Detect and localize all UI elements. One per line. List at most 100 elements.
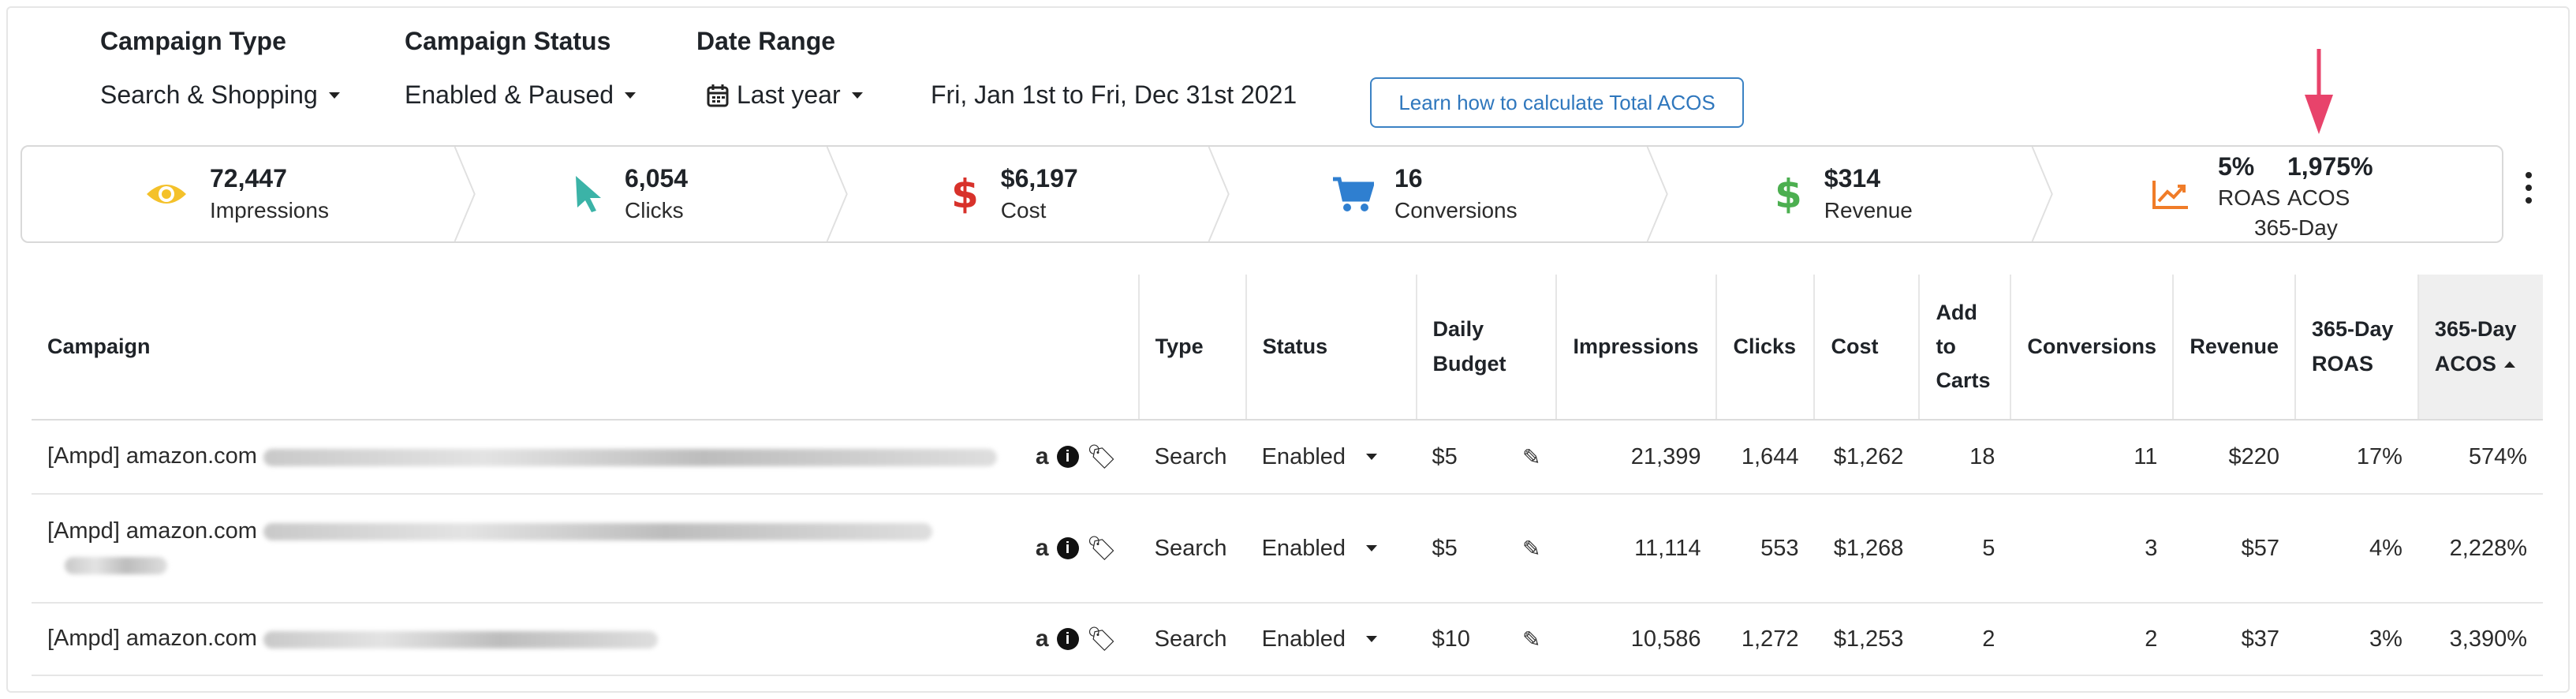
col-impressions[interactable]: Impressions <box>1555 275 1717 421</box>
campaign-status-label: Campaign Status <box>405 27 611 55</box>
header-line: Add <box>1936 300 1977 324</box>
calendar-icon <box>707 84 729 107</box>
header-line: ROAS <box>2311 351 2373 376</box>
separator-chevron <box>454 147 476 241</box>
redacted-text <box>263 630 659 649</box>
status-cell[interactable]: Enabled <box>1245 603 1417 676</box>
campaign-status-dropdown[interactable]: Enabled & Paused <box>405 80 637 110</box>
col-acos[interactable]: 365-Day ACOS <box>2417 275 2543 421</box>
budget-value: $5 <box>1432 535 1458 561</box>
tags-icon[interactable]: 🏷 <box>1087 535 1117 563</box>
arrow-down-icon <box>2305 49 2333 134</box>
header-line: ACOS <box>2435 347 2527 381</box>
caret-down-icon <box>328 92 340 99</box>
status-cell[interactable]: Enabled <box>1245 494 1417 604</box>
amazon-icon[interactable]: a <box>1036 626 1049 652</box>
conversions-label: Conversions <box>1394 197 1518 222</box>
budget-cell: $5 ✎ <box>1416 494 1557 604</box>
revenue-cell: $220 <box>2173 420 2295 495</box>
col-conversions[interactable]: Conversions <box>2010 275 2174 421</box>
col-add-to-carts[interactable]: Add to Carts <box>1918 275 2011 421</box>
clicks-label: Clicks <box>625 197 684 222</box>
summary-clicks: 6,054 Clicks <box>574 147 688 241</box>
amazon-icon[interactable]: a <box>1036 443 1049 470</box>
campaign-table: Campaign Type Status Daily Budget Impres… <box>32 275 2543 676</box>
header-line: Daily <box>1432 317 1484 342</box>
info-icon[interactable]: i <box>1056 446 1079 468</box>
col-revenue[interactable]: Revenue <box>2172 275 2295 421</box>
summary-cost: $ $6,197 Cost <box>951 147 1078 241</box>
col-roas[interactable]: 365-Day ROAS <box>2294 275 2418 421</box>
status-value: Enabled <box>1261 443 1346 469</box>
acos-cell: 3,390% <box>2417 603 2543 676</box>
impressions-cell: 21,399 <box>1556 420 1717 495</box>
campaign-status-value: Enabled & Paused <box>405 80 614 109</box>
col-clicks[interactable]: Clicks <box>1715 275 1815 421</box>
col-type[interactable]: Type <box>1137 275 1246 421</box>
conversions-total: 16 <box>1394 163 1423 193</box>
learn-total-acos-button[interactable]: Learn how to calculate Total ACOS <box>1370 77 1744 128</box>
col-daily-budget[interactable]: Daily Budget <box>1415 275 1557 421</box>
date-range-value: Last year <box>737 80 841 109</box>
cost-cell: $1,268 <box>1814 494 1920 604</box>
acos-total: 1,975% <box>2287 152 2373 181</box>
table-row[interactable]: [Ampd] amazon.com a i 🏷 Search Enabled $… <box>32 603 2543 676</box>
separator-chevron <box>2031 147 2053 241</box>
pencil-icon[interactable]: ✎ <box>1522 626 1540 652</box>
add-to-carts-cell: 2 <box>1919 603 2011 676</box>
tags-icon[interactable]: 🏷 <box>1087 626 1117 653</box>
type-cell: Search <box>1138 603 1246 676</box>
conversions-cell: 2 <box>2010 603 2174 676</box>
col-campaign[interactable]: Campaign <box>32 275 1139 421</box>
revenue-label: Revenue <box>1824 197 1913 222</box>
budget-value: $10 <box>1432 626 1470 652</box>
header-line: to <box>1936 334 1956 358</box>
roas-cell: 3% <box>2294 603 2418 676</box>
roas-cell: 17% <box>2294 420 2418 495</box>
info-icon[interactable]: i <box>1056 628 1079 650</box>
summary-bar: 72,447 Impressions 6,054 Clicks $ $6,197… <box>21 145 2503 243</box>
acos-label: ACOS <box>2287 185 2350 210</box>
amazon-icon[interactable]: a <box>1036 535 1049 562</box>
campaign-cell: [Ampd] amazon.com a i 🏷 <box>32 420 1139 495</box>
impressions-total: 72,447 <box>210 163 287 193</box>
pencil-icon[interactable]: ✎ <box>1522 444 1540 470</box>
caret-down-icon <box>1366 545 1378 551</box>
date-range-text: Fri, Jan 1st to Fri, Dec 31st 2021 <box>931 80 1297 109</box>
roas-total: 5% <box>2218 152 2255 181</box>
status-cell[interactable]: Enabled <box>1245 420 1417 495</box>
more-options-icon[interactable] <box>2524 172 2533 204</box>
table-row[interactable]: [Ampd] amazon.com a i 🏷 Search Enabled $… <box>32 494 2543 604</box>
date-range-dropdown[interactable]: Last year <box>707 80 863 110</box>
roas-label: ROAS <box>2218 185 2281 210</box>
col-status[interactable]: Status <box>1245 275 1417 421</box>
tags-icon[interactable]: 🏷 <box>1087 443 1117 471</box>
conversions-cell: 11 <box>2010 420 2174 495</box>
roas-cell: 4% <box>2294 494 2418 604</box>
add-to-carts-cell: 5 <box>1919 494 2011 604</box>
dollar-icon: $ <box>951 171 979 217</box>
pencil-icon[interactable]: ✎ <box>1522 536 1540 562</box>
summary-impressions: 72,447 Impressions <box>145 147 329 241</box>
add-to-carts-cell: 18 <box>1919 420 2011 495</box>
campaign-type-dropdown[interactable]: Search & Shopping <box>100 80 340 110</box>
sort-ascending-icon <box>2503 361 2515 368</box>
conversions-cell: 3 <box>2010 494 2174 604</box>
eye-icon <box>147 185 186 204</box>
cursor-icon <box>576 176 601 212</box>
redacted-text <box>263 448 998 466</box>
period-label: 365-Day <box>2254 215 2338 240</box>
caret-down-icon <box>1366 454 1378 460</box>
impressions-cell: 10,586 <box>1556 603 1717 676</box>
table-row[interactable]: [Ampd] amazon.com a i 🏷 Search Enabled $… <box>32 420 2543 495</box>
col-cost[interactable]: Cost <box>1813 275 1920 421</box>
budget-cell: $5 ✎ <box>1416 420 1557 495</box>
redacted-text <box>65 557 167 575</box>
campaign-name: [Ampd] amazon.com <box>47 626 257 652</box>
header-line: Carts <box>1936 368 1991 393</box>
revenue-cell: $57 <box>2173 494 2295 604</box>
type-cell: Search <box>1138 420 1246 495</box>
info-icon[interactable]: i <box>1056 537 1079 559</box>
date-range-label: Date Range <box>696 27 836 55</box>
clicks-cell: 1,272 <box>1716 603 1815 676</box>
